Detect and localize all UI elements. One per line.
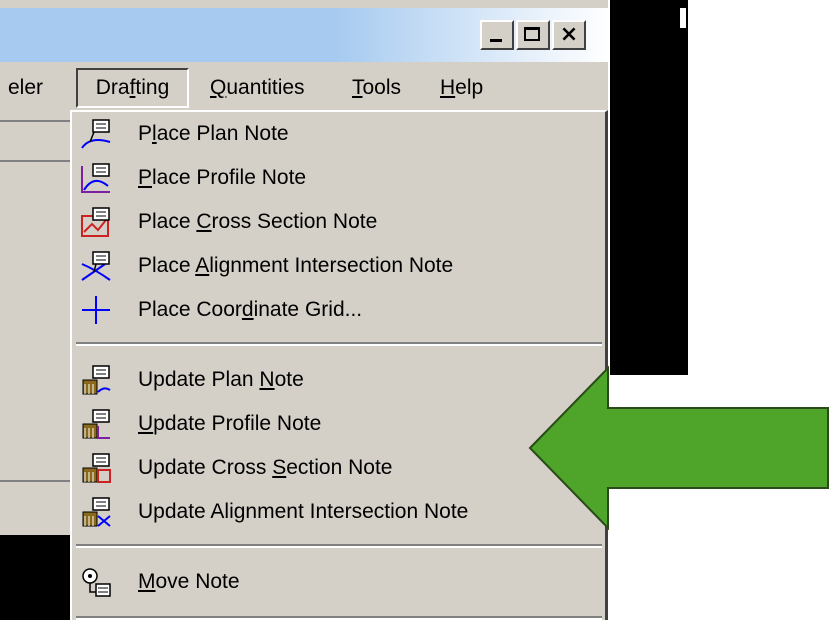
minimize-button[interactable] bbox=[480, 20, 514, 50]
menu-quantities[interactable]: Quantities bbox=[210, 68, 305, 108]
background-dark-panel bbox=[610, 0, 688, 375]
background-edge bbox=[680, 8, 686, 28]
menu-item-label: Update Cross Section Note bbox=[138, 456, 393, 479]
menu-item-label: Place Coordinate Grid... bbox=[138, 298, 363, 321]
window-controls: × bbox=[480, 20, 586, 54]
menu-separator bbox=[76, 342, 602, 346]
menu-modeler[interactable]: eler bbox=[0, 68, 70, 108]
menu-drafting[interactable]: Drafting bbox=[76, 68, 189, 108]
menu-item-place-alignment-intersection-note[interactable]: Place Alignment Intersection Note bbox=[72, 244, 606, 288]
menu-item-label: Place Alignment Intersection Note bbox=[138, 254, 454, 277]
menu-item-label: Update Alignment Intersection Note bbox=[138, 500, 469, 523]
update-alignment-intersection-note-icon bbox=[82, 497, 111, 527]
menu-item-place-profile-note[interactable]: Place Profile Note bbox=[72, 156, 606, 200]
move-note-icon bbox=[82, 568, 111, 597]
menu-item-update-cross-section-note[interactable]: Update Cross Section Note bbox=[72, 446, 606, 490]
maximize-button[interactable] bbox=[516, 20, 550, 50]
menu-item-update-alignment-intersection-note[interactable]: Update Alignment Intersection Note bbox=[72, 490, 606, 534]
background-dark-panel-bottom bbox=[0, 535, 75, 620]
menu-item-update-plan-note[interactable]: Update Plan Note bbox=[72, 358, 606, 402]
update-profile-note-icon bbox=[82, 409, 110, 439]
menu-item-label: Place Plan Note bbox=[138, 122, 289, 145]
menu-help[interactable]: Help bbox=[440, 68, 483, 108]
menu-item-label: Move Note bbox=[138, 570, 240, 593]
menu-item-label: Update Plan Note bbox=[138, 368, 304, 391]
menu-item-update-profile-note[interactable]: Update Profile Note bbox=[72, 402, 606, 446]
alignment-intersection-note-icon bbox=[81, 251, 111, 281]
menu-item-move-note[interactable]: Move Note bbox=[72, 560, 606, 604]
plan-note-icon bbox=[81, 119, 111, 149]
toolbar-divider bbox=[0, 160, 70, 162]
toolbar-divider bbox=[0, 120, 70, 122]
status-divider bbox=[0, 480, 70, 482]
menu-separator bbox=[76, 616, 602, 620]
menu-tools[interactable]: Tools bbox=[352, 68, 401, 108]
menu-item-label: Update Profile Note bbox=[138, 412, 322, 435]
menu-item-place-cross-section-note[interactable]: Place Cross Section Note bbox=[72, 200, 606, 244]
green-left-arrow-annotation bbox=[528, 366, 829, 530]
close-button[interactable]: × bbox=[552, 20, 586, 50]
menu-separator bbox=[76, 544, 602, 548]
update-cross-section-note-icon bbox=[82, 453, 111, 483]
menu-item-label: Place Profile Note bbox=[138, 166, 307, 189]
cross-section-note-icon bbox=[81, 207, 110, 237]
update-plan-note-icon bbox=[82, 365, 111, 395]
menu-item-label: Place Cross Section Note bbox=[138, 210, 378, 233]
coordinate-grid-icon bbox=[82, 296, 110, 324]
menu-item-place-coordinate-grid[interactable]: Place Coordinate Grid... bbox=[72, 288, 606, 332]
profile-note-icon bbox=[81, 163, 110, 193]
menu-item-place-plan-note[interactable]: Place Plan Note bbox=[72, 112, 606, 156]
